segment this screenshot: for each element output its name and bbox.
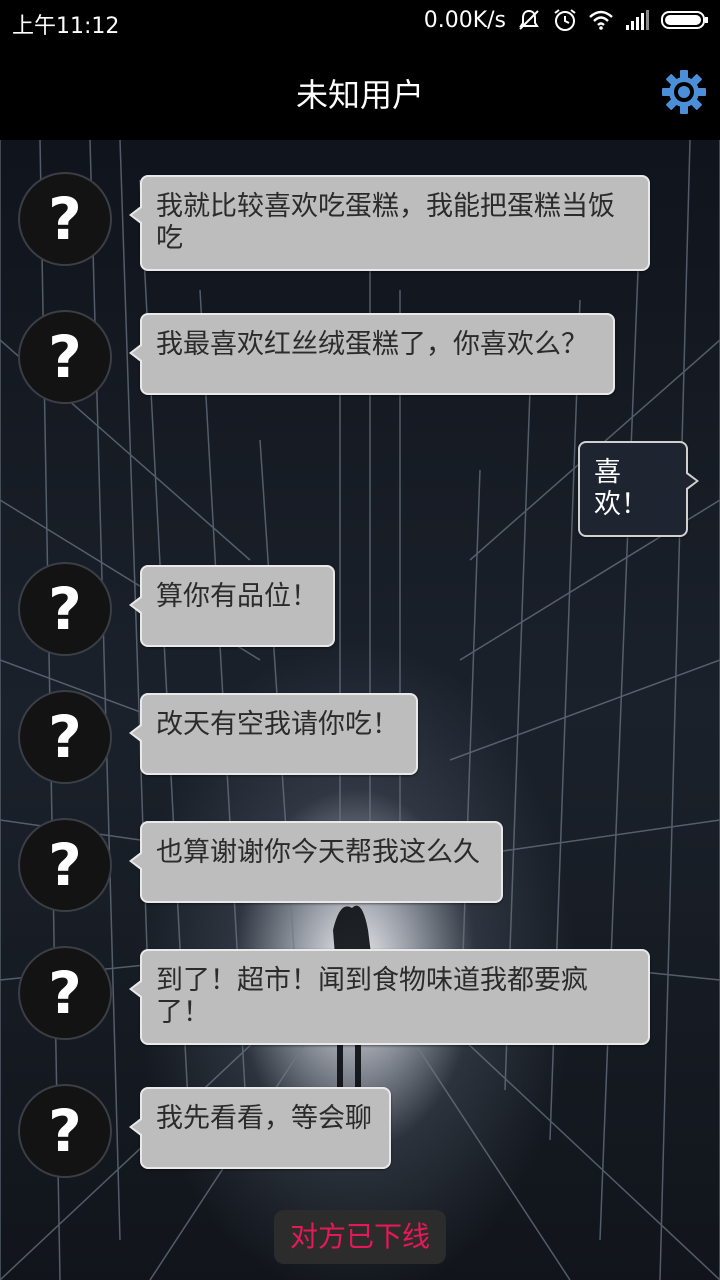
received-message-bubble[interactable]: 算你有品位！ bbox=[129, 565, 335, 647]
offline-status-badge: 对方已下线 bbox=[274, 1210, 446, 1264]
received-message-bubble[interactable]: 到了！超市！闻到食物味道我都要疯了！ bbox=[129, 949, 650, 1045]
status-time: 上午11:12 bbox=[12, 14, 120, 39]
avatar[interactable]: ? bbox=[18, 310, 112, 404]
received-message-bubble[interactable]: 也算谢谢你今天帮我这么久 bbox=[129, 821, 503, 903]
received-message-bubble[interactable]: 我最喜欢红丝绒蛋糕了，你喜欢么？ bbox=[129, 313, 615, 395]
avatar[interactable]: ? bbox=[18, 172, 112, 266]
received-message-bubble[interactable]: 我先看看，等会聊 bbox=[129, 1087, 391, 1169]
avatar[interactable]: ? bbox=[18, 946, 112, 1040]
status-bar: 上午11:12 0.00K/s bbox=[0, 0, 720, 40]
signal-icon bbox=[626, 10, 649, 30]
gear-icon[interactable] bbox=[660, 68, 708, 116]
network-speed: 0.00K/s bbox=[423, 7, 506, 33]
avatar[interactable]: ? bbox=[18, 690, 112, 784]
avatar[interactable]: ? bbox=[18, 1084, 112, 1178]
sent-message-bubble[interactable]: 喜欢！ bbox=[578, 441, 699, 537]
avatar[interactable]: ? bbox=[18, 818, 112, 912]
status-icons: 0.00K/s bbox=[424, 6, 710, 34]
mute-icon bbox=[519, 9, 539, 30]
alarm-icon bbox=[554, 9, 576, 31]
received-message-bubble[interactable]: 我就比较喜欢吃蛋糕，我能把蛋糕当饭吃 bbox=[129, 175, 650, 271]
page-title: 未知用户 bbox=[295, 76, 424, 114]
battery-icon bbox=[661, 11, 708, 29]
avatar[interactable]: ? bbox=[18, 562, 112, 656]
received-message-bubble[interactable]: 改天有空我请你吃！ bbox=[129, 693, 418, 775]
title-bar: 未知用户 bbox=[0, 40, 720, 140]
wifi-icon bbox=[589, 10, 613, 30]
